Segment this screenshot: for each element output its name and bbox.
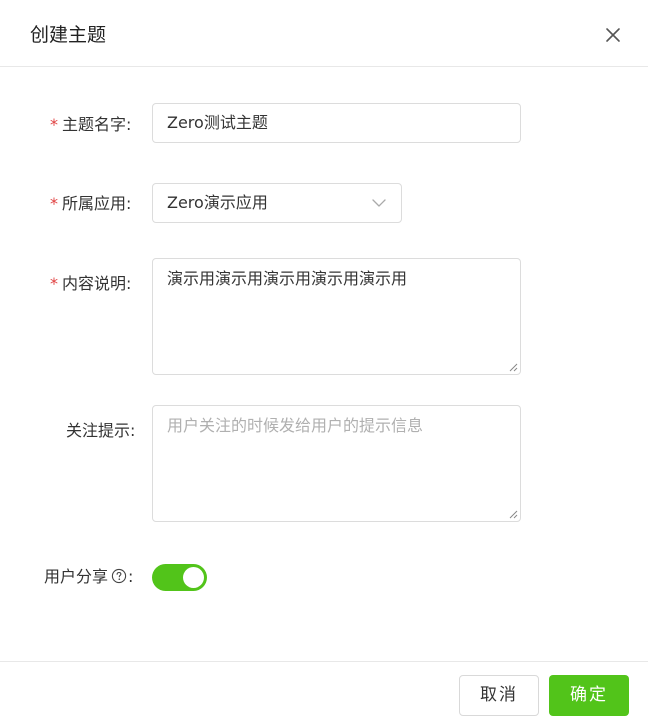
topic-name-value: Zero测试主题 [167,113,268,132]
close-button[interactable] [600,22,626,48]
topic-name-label-text: 主题名字: [62,115,132,134]
app-select[interactable]: Zero演示应用 [152,183,402,223]
app-select-value: Zero演示应用 [167,193,268,212]
follow-tip-placeholder: 用户关注的时候发给用户的提示信息 [167,416,424,435]
resize-grip-icon[interactable] [508,362,518,372]
description-label: * 内容说明: [50,273,131,295]
follow-tip-textarea[interactable]: 用户关注的时候发给用户的提示信息 [152,405,521,522]
toggle-knob [183,567,204,588]
app-label: * 所属应用: [50,193,131,215]
cancel-button[interactable]: 取消 [459,675,539,716]
user-share-toggle[interactable] [152,564,207,591]
topic-name-label: * 主题名字: [50,114,131,136]
confirm-button[interactable]: 确定 [549,675,629,716]
follow-tip-label: 关注提示: [66,420,135,442]
dialog-title: 创建主题 [30,24,107,46]
close-icon [606,28,620,42]
dialog-header: 创建主题 [0,0,648,67]
user-share-colon: : [128,567,134,586]
required-mark: * [50,194,58,213]
question-circle-icon[interactable] [111,568,127,584]
app-label-text: 所属应用: [62,194,132,213]
description-textarea[interactable]: 演示用演示用演示用演示用演示用 [152,258,521,375]
required-mark: * [50,115,58,134]
required-mark: * [50,274,58,293]
resize-grip-icon[interactable] [508,509,518,519]
follow-tip-label-text: 关注提示: [66,421,136,440]
create-topic-dialog: 创建主题 * 主题名字: Zero测试主题 * 所属应用: Zero演示应用 * 内容… [0,0,648,725]
user-share-label: 用户分享 : [44,566,133,588]
description-value: 演示用演示用演示用演示用演示用 [167,269,408,288]
description-label-text: 内容说明: [62,274,132,293]
user-share-label-text: 用户分享 [44,567,109,586]
topic-name-input[interactable]: Zero测试主题 [152,103,521,143]
chevron-down-icon [372,199,386,207]
